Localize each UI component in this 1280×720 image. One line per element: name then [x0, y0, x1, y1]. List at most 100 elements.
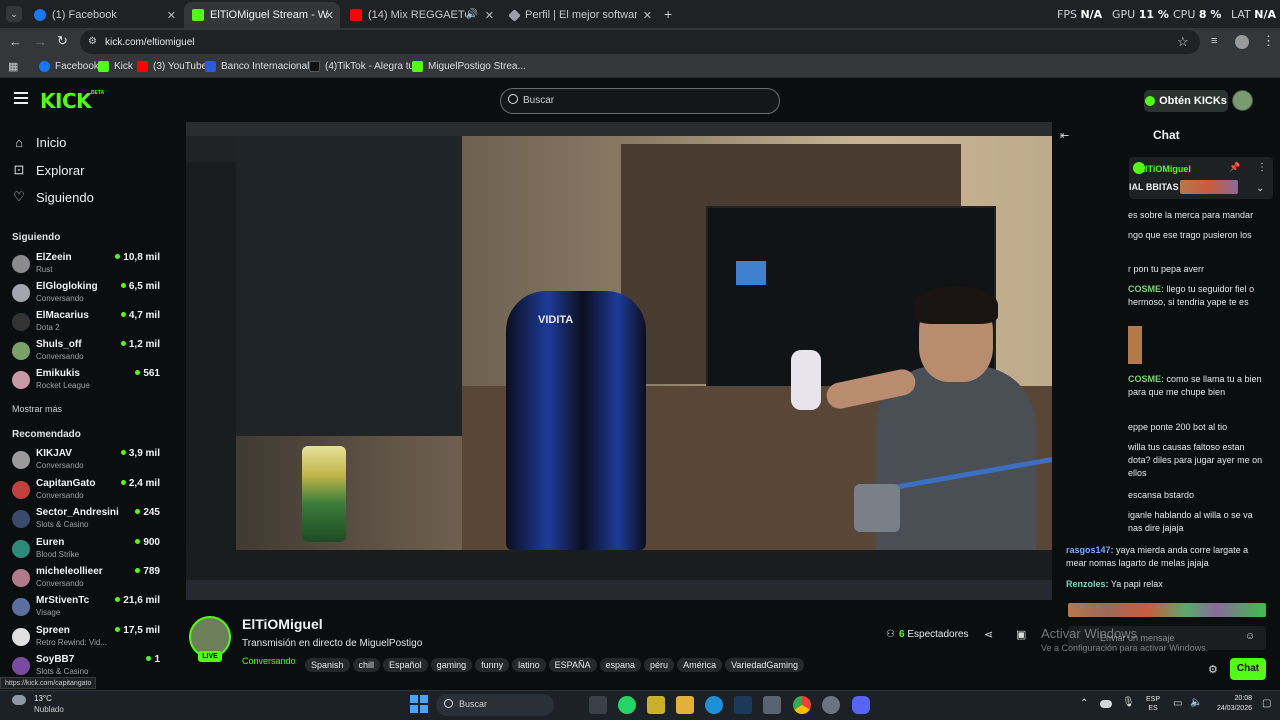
video-player[interactable]: VIDITA — [186, 122, 1052, 600]
profile-avatar[interactable] — [1235, 35, 1249, 49]
bookmark-banco[interactable]: Banco Internacional... — [205, 61, 318, 72]
language-indicator[interactable]: ESP ES — [1146, 695, 1160, 713]
chevron-up-icon[interactable]: ⌃ — [1080, 698, 1088, 709]
bookmark-tiktok[interactable]: (4)TikTok - Alegra tu... — [309, 61, 422, 72]
discord-icon[interactable] — [852, 696, 870, 714]
tab-facebook[interactable]: (1) Facebook ✕ — [26, 2, 182, 28]
tag-pill[interactable]: América — [677, 658, 723, 672]
channel-item-emikukis[interactable]: Emikukis Rocket League 561 — [12, 368, 160, 394]
tab-youtube[interactable]: (14) Mix REGGAETON VIEJO 🔊 ✕ — [342, 2, 500, 28]
bookmark-miguelpostigo[interactable]: MiguelPostigo Strea... — [412, 61, 526, 72]
tag-pill[interactable]: gaming — [430, 658, 473, 672]
stream-category[interactable]: Conversando — [242, 656, 296, 666]
nav-inicio[interactable]: ⌂ Inicio — [12, 135, 66, 150]
chrome-icon[interactable] — [793, 696, 811, 714]
tag-pill[interactable]: VariedadGaming — [725, 658, 804, 672]
edge-icon[interactable] — [705, 696, 723, 714]
bookmark-kick[interactable]: Kick — [98, 61, 133, 72]
chevron-down-icon[interactable]: ⌄ — [1256, 183, 1264, 194]
tab-strip-icon[interactable]: ≡ — [1211, 35, 1217, 47]
cloud-icon[interactable] — [1100, 700, 1112, 708]
viewer-count: 2,4 mil — [120, 478, 160, 489]
tag-pill[interactable]: espana — [599, 658, 642, 672]
windows-start-icon[interactable] — [410, 695, 428, 713]
chat-message: COSME: como se llama tu a bien para que … — [1128, 374, 1262, 397]
channel-category: Visage — [36, 608, 61, 617]
close-icon[interactable]: ✕ — [485, 9, 494, 22]
file-explorer-icon[interactable] — [676, 696, 694, 714]
tag-pill[interactable]: Spanish — [305, 658, 350, 672]
chat-settings-icon[interactable]: ⚙ — [1208, 663, 1218, 676]
bookmark-star-icon[interactable]: ☆ — [1177, 34, 1189, 50]
pinned-menu-icon[interactable]: ⋮ — [1257, 162, 1267, 173]
steam-icon[interactable] — [734, 696, 752, 714]
nav-siguiendo[interactable]: ♡ Siguiendo — [12, 189, 94, 205]
channel-item-micheleollieer[interactable]: micheleollieer Conversando 789 — [12, 566, 160, 592]
channel-item-elmacarius[interactable]: ElMacarius Dota 2 4,7 mil — [12, 310, 160, 336]
bookmark-youtube[interactable]: (3) YouTube — [137, 61, 207, 72]
channel-item-kikjav[interactable]: KIKJAV Conversando 3,9 mil — [12, 448, 160, 474]
tab-perfil[interactable]: Perfil | El mejor software para p ✕ — [502, 2, 658, 28]
weather-icon[interactable] — [12, 695, 26, 705]
tag-pill[interactable]: chill — [352, 658, 381, 672]
mic-tray-icon[interactable]: 🎙 — [1122, 697, 1135, 708]
user-avatar[interactable] — [1232, 90, 1253, 111]
share-icon[interactable]: ⋖ — [984, 628, 993, 641]
app-r-icon[interactable] — [647, 696, 665, 714]
tab-kick-stream[interactable]: ElTiOMiguel Stream - Watch Li ✕ — [184, 2, 340, 28]
channel-item-euren[interactable]: Euren Blood Strike 900 — [12, 537, 160, 563]
channel-name: ElZeein — [36, 252, 72, 263]
new-tab-button[interactable]: + — [664, 6, 672, 22]
whatsapp-icon[interactable] — [618, 696, 636, 714]
back-icon[interactable]: ← — [9, 34, 22, 49]
avatar — [12, 540, 30, 558]
settings-icon[interactable] — [822, 696, 840, 714]
notifications-icon[interactable]: ▢ — [1262, 698, 1271, 709]
tag-pill[interactable]: Español — [383, 658, 428, 672]
kick-logo[interactable]: KICK — [40, 89, 92, 113]
reload-icon[interactable]: ↻ — [57, 33, 68, 49]
channel-item-elglogloking[interactable]: ElGlogloking Conversando 6,5 mil — [12, 281, 160, 307]
speaker-icon[interactable]: 🔊 — [466, 9, 478, 20]
channel-item-shuls-off[interactable]: Shuls_off Conversando 1,2 mil — [12, 339, 160, 365]
channel-item-sector-andresini[interactable]: Sector_Andresini Slots & Casino 245 — [12, 507, 160, 533]
tab-search-button[interactable]: ⌄ — [6, 6, 22, 22]
tag-pill[interactable]: ESPAÑA — [548, 658, 597, 672]
pin-icon[interactable]: 📌 — [1229, 162, 1240, 173]
chat-send-button[interactable]: Chat — [1230, 658, 1266, 680]
store-icon[interactable] — [763, 696, 781, 714]
channel-item-mrstiventc[interactable]: MrStivenTc Visage 21,6 mil — [12, 595, 160, 621]
tag-pill[interactable]: péru — [644, 658, 675, 672]
close-icon[interactable]: ✕ — [643, 9, 652, 22]
network-icon[interactable]: ▭ — [1173, 698, 1182, 709]
site-info-icon[interactable]: ⚙ — [88, 36, 97, 47]
taskbar-search[interactable] — [436, 694, 554, 716]
volume-icon[interactable]: 🔈 — [1190, 697, 1202, 708]
close-icon[interactable]: ✕ — [167, 9, 176, 22]
task-view-icon[interactable] — [589, 696, 607, 714]
close-icon[interactable]: ✕ — [325, 9, 334, 22]
channel-item-capitangato[interactable]: CapitanGato Conversando 2,4 mil — [12, 478, 160, 504]
show-more-link[interactable]: Mostrar más — [12, 404, 62, 414]
get-kicks-button[interactable]: Obtén KICKs — [1144, 90, 1228, 112]
tag-pill[interactable]: funny — [475, 658, 510, 672]
apps-grid-icon[interactable]: ▦ — [8, 60, 18, 73]
browser-menu-icon[interactable]: ⋮ — [1262, 33, 1275, 49]
clock[interactable]: 20:08 24/03/2026 — [1212, 694, 1252, 714]
channel-name: Shuls_off — [36, 339, 82, 350]
collapse-chat-icon[interactable]: ⇤ — [1060, 129, 1069, 142]
tag-pill[interactable]: latino — [512, 658, 546, 672]
search-icon — [508, 94, 518, 104]
url-text[interactable]: kick.com/eltiomiguel — [105, 37, 194, 48]
emoji-icon[interactable]: ☺ — [1245, 631, 1255, 642]
hamburger-menu-icon[interactable] — [14, 92, 28, 104]
channel-item-spreen[interactable]: Spreen Retro Rewind: Vid... 17,5 mil — [12, 625, 160, 651]
bookmark-facebook[interactable]: Facebook — [39, 61, 99, 72]
address-bar[interactable] — [80, 30, 1200, 54]
chat-toggle-icon[interactable]: ▣ — [1016, 628, 1026, 641]
channel-item-elzeein[interactable]: ElZeein Rust 10,8 mil — [12, 252, 160, 278]
forward-icon[interactable]: → — [34, 34, 47, 49]
nav-explorar[interactable]: ⊡ Explorar — [12, 162, 85, 178]
weather-temp[interactable]: 13°C — [34, 694, 52, 703]
streamer-name[interactable]: ElTiOMiguel — [242, 616, 323, 632]
